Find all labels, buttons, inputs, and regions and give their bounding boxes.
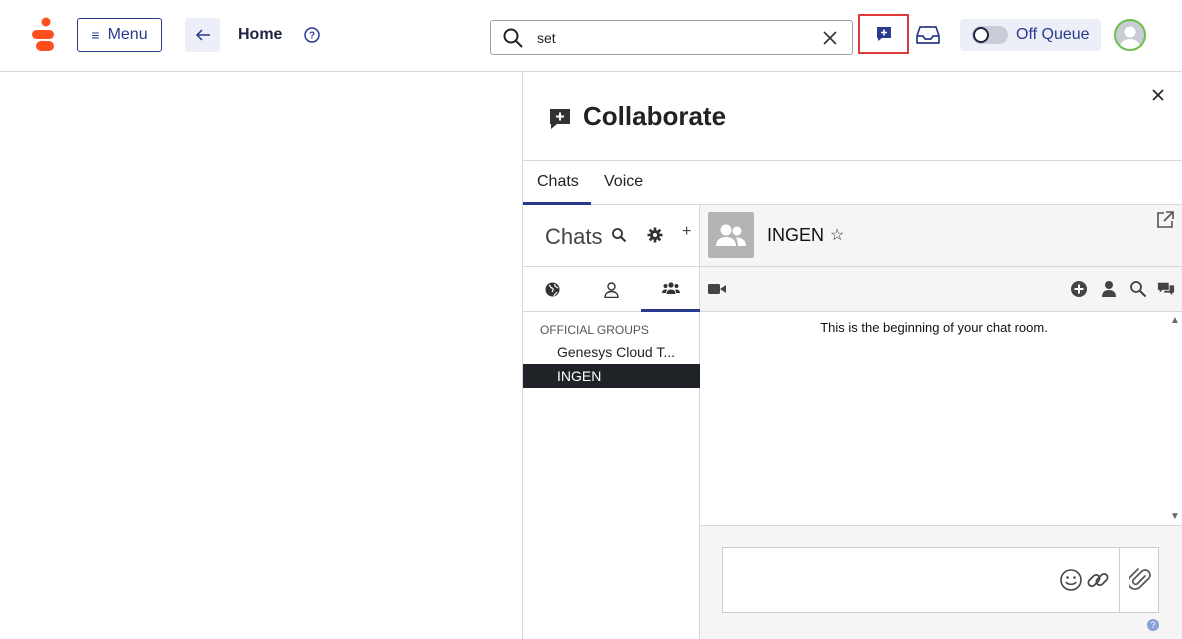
link-icon[interactable] xyxy=(1086,568,1110,592)
chats-heading: Chats xyxy=(545,224,603,249)
help-icon[interactable]: ? xyxy=(1147,619,1159,631)
globe-icon xyxy=(545,282,560,297)
panel-title: Collaborate xyxy=(583,101,727,131)
attach-icon xyxy=(1128,568,1151,590)
scroll-down-arrow[interactable]: ▼ xyxy=(1170,511,1180,522)
message-composer xyxy=(722,547,1159,613)
favorite-star-icon[interactable]: ☆ xyxy=(830,225,844,245)
list-item-selected[interactable]: INGEN xyxy=(523,364,700,388)
emoji-icon[interactable] xyxy=(1059,568,1083,592)
hamburger-icon: ≡ xyxy=(91,27,100,43)
chat-list-header: Chats + xyxy=(523,205,700,267)
search-box xyxy=(490,20,853,55)
avatar-icon xyxy=(1119,26,1141,49)
person-icon xyxy=(604,281,619,298)
composer-area: ? xyxy=(700,525,1182,639)
queue-status-label: Off Queue xyxy=(1016,26,1090,43)
new-chat-button[interactable]: + xyxy=(682,223,691,241)
gear-icon[interactable] xyxy=(647,227,663,243)
search-input[interactable] xyxy=(537,27,807,49)
collaborate-icon xyxy=(550,109,570,129)
room-header: INGEN ☆ xyxy=(700,205,1182,267)
chat-filter-row xyxy=(523,267,700,312)
video-icon[interactable] xyxy=(708,280,726,298)
group-icon xyxy=(716,224,746,246)
room-name: INGEN xyxy=(767,225,825,245)
menu-button[interactable]: ≡ Menu xyxy=(77,18,162,52)
room-beginning-message: This is the beginning of your chat room. xyxy=(820,320,1048,335)
toggle-knob xyxy=(973,27,989,43)
close-icon[interactable] xyxy=(1151,88,1165,102)
clear-icon[interactable] xyxy=(822,30,838,46)
room-avatar xyxy=(708,212,754,258)
genesys-logo[interactable] xyxy=(30,17,56,53)
user-icon[interactable] xyxy=(1100,280,1118,298)
collaborate-button[interactable] xyxy=(858,14,909,54)
filter-groups-button[interactable] xyxy=(641,267,700,312)
search-icon[interactable] xyxy=(611,227,627,243)
filter-all-button[interactable] xyxy=(523,267,582,312)
collaborate-icon xyxy=(876,27,891,41)
list-item[interactable]: Genesys Cloud T... xyxy=(523,340,700,364)
avatar[interactable] xyxy=(1114,19,1146,51)
menu-label: Menu xyxy=(107,26,148,43)
scroll-up-arrow[interactable]: ▲ xyxy=(1170,315,1180,326)
svg-text:?: ? xyxy=(309,31,315,42)
inbox-icon[interactable] xyxy=(916,24,940,46)
page-title: Home xyxy=(238,26,283,43)
popout-icon[interactable] xyxy=(1156,211,1174,229)
top-bar: ≡ Menu Home ? Off Queue xyxy=(0,0,1182,72)
chat-room: INGEN ☆ This is the beginning of your ch… xyxy=(700,205,1182,639)
chat-list: Chats + OFFICIAL GROUPS Genesys Cloud T.… xyxy=(523,205,700,639)
tab-voice[interactable]: Voice xyxy=(604,173,643,191)
official-groups-label: OFFICIAL GROUPS xyxy=(540,323,649,337)
search-icon xyxy=(503,28,523,48)
help-icon[interactable]: ? xyxy=(304,27,320,43)
chat-bubbles-icon[interactable] xyxy=(1157,280,1175,298)
back-arrow-icon xyxy=(195,29,210,41)
attach-button[interactable] xyxy=(1119,548,1159,612)
group-icon xyxy=(661,282,680,294)
tab-chats[interactable]: Chats xyxy=(537,173,579,191)
back-button[interactable] xyxy=(185,18,220,52)
filter-people-button[interactable] xyxy=(582,267,641,312)
queue-toggle[interactable]: Off Queue xyxy=(960,19,1101,51)
add-circle-icon[interactable] xyxy=(1070,280,1088,298)
search-icon[interactable] xyxy=(1129,280,1147,298)
room-toolbar xyxy=(700,267,1182,312)
collaborate-panel: Collaborate Chats Voice Chats + OFFICIAL… xyxy=(522,72,1182,639)
panel-header: Collaborate xyxy=(523,72,1182,161)
toggle-switch[interactable] xyxy=(972,26,1008,44)
panel-tabs: Chats Voice xyxy=(523,161,1182,205)
